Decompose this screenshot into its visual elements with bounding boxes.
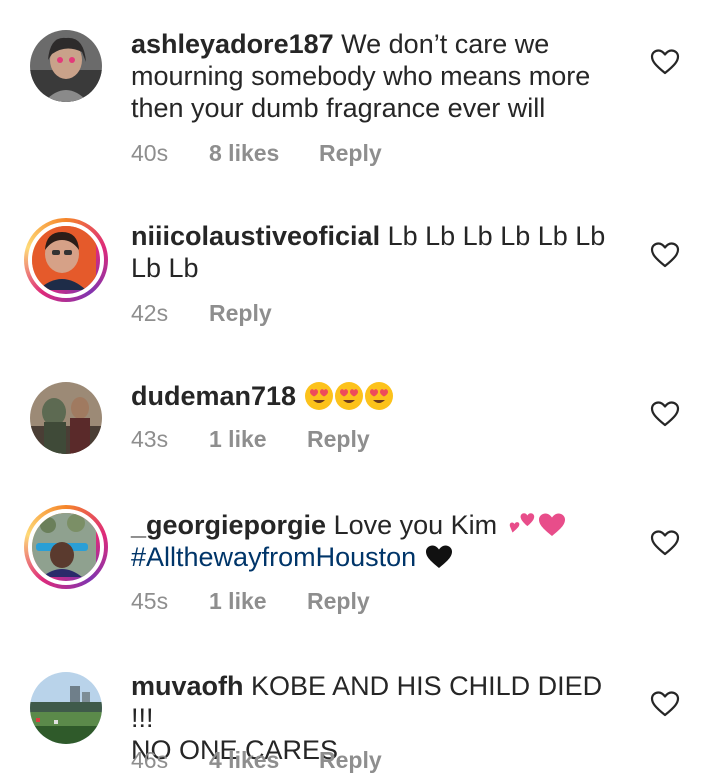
comment-body: then your dumb fragrance ever will bbox=[131, 93, 546, 123]
timestamp: 40s bbox=[131, 140, 169, 166]
two-hearts-emoji-icon bbox=[509, 513, 534, 533]
comment-meta: 45s 1 like Reply bbox=[131, 588, 370, 615]
like-heart-icon[interactable] bbox=[650, 690, 680, 718]
timestamp: 45s bbox=[131, 588, 169, 614]
comment-body: mourning somebody who means more bbox=[131, 61, 591, 91]
avatar[interactable] bbox=[30, 30, 102, 102]
comment-body: Lb Lb bbox=[131, 253, 199, 283]
timestamp: 42s bbox=[131, 300, 169, 326]
comment-meta: 40s 8 likes Reply bbox=[131, 140, 382, 167]
comment-meta: 46s 4 likes Reply bbox=[131, 747, 382, 774]
heart-eyes-emoji-icon bbox=[364, 382, 393, 410]
pink-heart-emoji-icon bbox=[538, 513, 565, 536]
username[interactable]: niiicolaustiveoficial bbox=[131, 221, 380, 251]
username[interactable]: dudeman718 bbox=[131, 381, 296, 411]
reply-button[interactable]: Reply bbox=[319, 140, 382, 167]
comment-text: niiicolaustiveoficial Lb Lb Lb Lb Lb Lb … bbox=[131, 220, 631, 284]
username[interactable]: muvaofh bbox=[131, 671, 244, 701]
reply-button[interactable]: Reply bbox=[307, 588, 370, 615]
timestamp: 43s bbox=[131, 426, 169, 452]
like-heart-icon[interactable] bbox=[650, 400, 680, 428]
heart-eyes-emoji-icon bbox=[304, 382, 333, 410]
username[interactable]: _georgieporgie bbox=[131, 510, 326, 540]
hashtag-link[interactable]: #AllthewayfromHouston bbox=[131, 542, 416, 572]
comment-text: ashleyadore187 We don’t care we mourning… bbox=[131, 28, 631, 124]
like-heart-icon[interactable] bbox=[650, 241, 680, 269]
comment-meta: 43s 1 like Reply bbox=[131, 426, 370, 453]
reply-button[interactable]: Reply bbox=[319, 747, 382, 774]
username[interactable]: ashleyadore187 bbox=[131, 29, 334, 59]
reply-button[interactable]: Reply bbox=[209, 300, 272, 327]
timestamp: 46s bbox=[131, 747, 169, 773]
comment-text: dudeman718 bbox=[131, 380, 631, 412]
avatar[interactable] bbox=[30, 382, 102, 454]
comment-body: We don’t care we bbox=[341, 29, 550, 59]
avatar[interactable] bbox=[24, 218, 108, 302]
black-heart-emoji-icon bbox=[425, 545, 452, 568]
avatar[interactable] bbox=[24, 505, 108, 589]
avatar[interactable] bbox=[30, 672, 102, 744]
comment-body: Love you Kim bbox=[333, 510, 498, 540]
comment-body: Lb Lb Lb Lb Lb Lb bbox=[387, 221, 606, 251]
likes-count[interactable]: 1 like bbox=[209, 588, 307, 615]
comment-meta: 42s Reply bbox=[131, 300, 272, 327]
likes-count[interactable]: 1 like bbox=[209, 426, 307, 453]
reply-button[interactable]: Reply bbox=[307, 426, 370, 453]
likes-count[interactable]: 8 likes bbox=[209, 140, 319, 167]
likes-count[interactable]: 4 likes bbox=[209, 747, 319, 774]
comment-text: _georgieporgie Love you Kim #Allthewayfr… bbox=[131, 508, 631, 573]
like-heart-icon[interactable] bbox=[650, 48, 680, 76]
heart-eyes-emoji-icon bbox=[334, 382, 363, 410]
like-heart-icon[interactable] bbox=[650, 529, 680, 557]
